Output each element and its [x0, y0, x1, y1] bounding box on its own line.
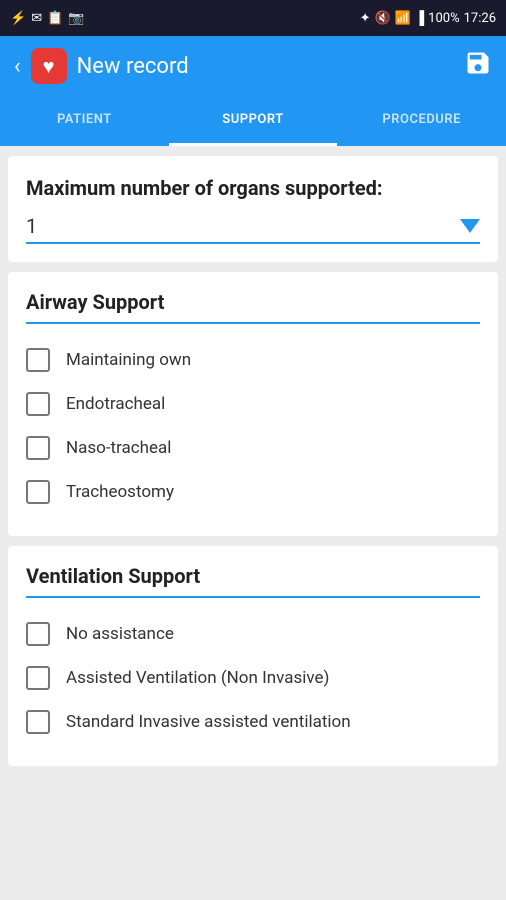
label-maintaining-own: Maintaining own — [66, 350, 191, 370]
label-naso-tracheal: Naso-tracheal — [66, 438, 171, 458]
checkbox-tracheostomy[interactable] — [26, 480, 50, 504]
organs-value: 1 — [26, 214, 37, 238]
checkbox-endotracheal[interactable] — [26, 392, 50, 416]
checkbox-standard-invasive[interactable] — [26, 710, 50, 734]
app-bar: ‹ ♥ New record — [0, 36, 506, 96]
ventilation-option-assisted-non-invasive[interactable]: Assisted Ventilation (Non Invasive) — [26, 656, 480, 700]
app-bar-title: New record — [77, 54, 189, 79]
tab-support-label: SUPPORT — [222, 112, 283, 127]
label-assisted-non-invasive: Assisted Ventilation (Non Invasive) — [66, 668, 329, 688]
main-content: Maximum number of organs supported: 1 Ai… — [0, 146, 506, 900]
tab-procedure-label: PROCEDURE — [382, 112, 461, 127]
label-tracheostomy: Tracheostomy — [66, 482, 174, 502]
mail-icon: ✉ — [31, 11, 42, 26]
usb-icon: ⚡ — [10, 11, 26, 26]
mute-icon: 🔇 — [375, 11, 391, 26]
heart-icon: ♥ — [43, 54, 55, 79]
tabs: PATIENT SUPPORT PROCEDURE — [0, 96, 506, 146]
app-logo: ♥ — [31, 48, 67, 84]
airway-support-card: Airway Support Maintaining own Endotrach… — [8, 272, 498, 536]
airway-support-header: Airway Support — [26, 290, 480, 324]
checkbox-assisted-non-invasive[interactable] — [26, 666, 50, 690]
tab-procedure[interactable]: PROCEDURE — [337, 96, 506, 146]
checkbox-naso-tracheal[interactable] — [26, 436, 50, 460]
ventilation-support-card: Ventilation Support No assistance Assist… — [8, 546, 498, 766]
checkbox-maintaining-own[interactable] — [26, 348, 50, 372]
label-endotracheal: Endotracheal — [66, 394, 165, 414]
sim-icon: 📋 — [47, 11, 63, 26]
time-label: 17:26 — [464, 11, 496, 26]
airway-option-endotracheal[interactable]: Endotracheal — [26, 382, 480, 426]
airway-option-naso-tracheal[interactable]: Naso-tracheal — [26, 426, 480, 470]
airway-option-maintaining-own[interactable]: Maintaining own — [26, 338, 480, 382]
notification-icon: 📷 — [68, 11, 84, 26]
app-bar-left: ‹ ♥ New record — [14, 48, 189, 84]
save-button[interactable] — [464, 49, 492, 84]
ventilation-option-no-assistance[interactable]: No assistance — [26, 612, 480, 656]
checkbox-no-assistance[interactable] — [26, 622, 50, 646]
status-left: ⚡ ✉ 📋 📷 — [10, 11, 84, 26]
back-button[interactable]: ‹ — [14, 54, 21, 79]
battery-label: 100% — [428, 11, 459, 26]
bluetooth-icon: ✦ — [360, 11, 371, 26]
ventilation-support-header: Ventilation Support — [26, 564, 480, 598]
wifi-icon: 📶 — [395, 11, 411, 26]
tab-support[interactable]: SUPPORT — [169, 96, 338, 146]
organs-dropdown-icon[interactable] — [460, 219, 480, 233]
ventilation-option-standard-invasive[interactable]: Standard Invasive assisted ventilation — [26, 700, 480, 744]
label-standard-invasive: Standard Invasive assisted ventilation — [66, 712, 351, 732]
organs-label: Maximum number of organs supported: — [26, 176, 480, 200]
status-right: ✦ 🔇 📶 ▐ 100% 17:26 — [360, 10, 496, 26]
organs-card: Maximum number of organs supported: 1 — [8, 156, 498, 262]
tab-patient[interactable]: PATIENT — [0, 96, 169, 146]
label-no-assistance: No assistance — [66, 624, 174, 644]
tab-patient-label: PATIENT — [57, 112, 112, 127]
organs-input-wrap[interactable]: 1 — [26, 214, 480, 244]
signal-icon: ▐ — [415, 10, 424, 26]
airway-option-tracheostomy[interactable]: Tracheostomy — [26, 470, 480, 514]
status-bar: ⚡ ✉ 📋 📷 ✦ 🔇 📶 ▐ 100% 17:26 — [0, 0, 506, 36]
